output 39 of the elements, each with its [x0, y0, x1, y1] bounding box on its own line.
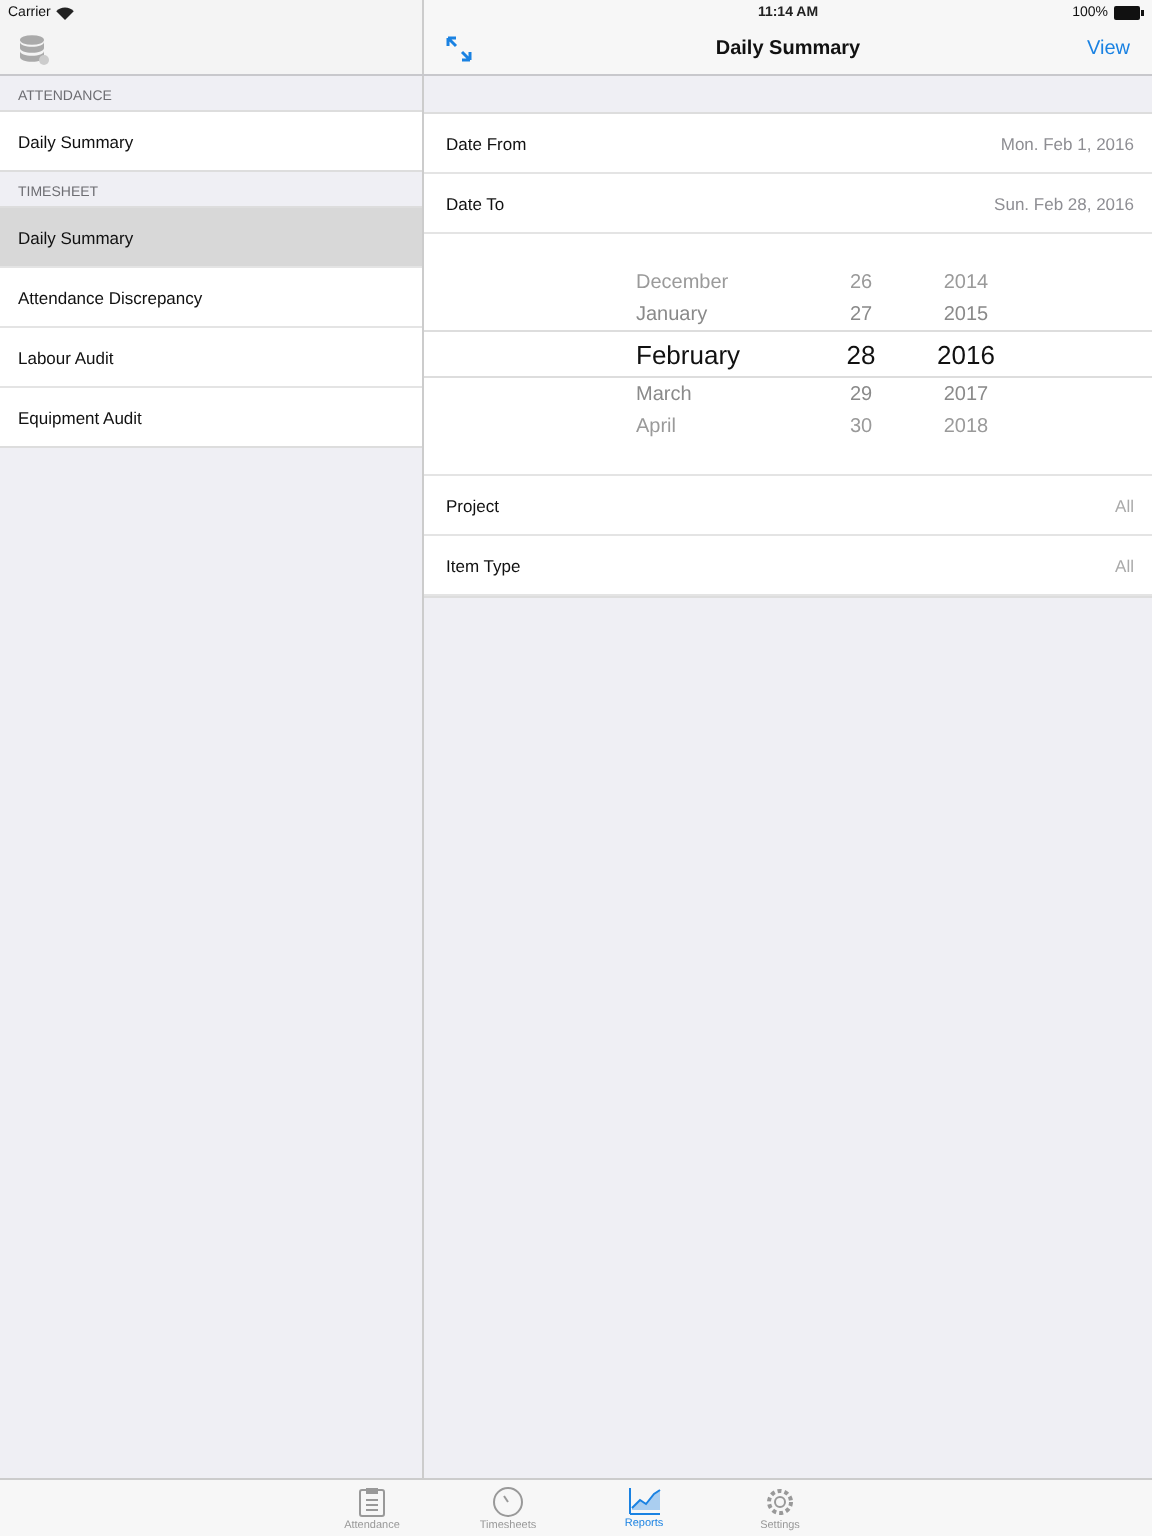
picker-day: 30 — [816, 415, 906, 437]
picker-month: March — [636, 383, 694, 405]
sidebar-item[interactable]: Labour Audit — [0, 328, 422, 388]
picker-year: 2015 — [941, 303, 991, 325]
expand-icon[interactable] — [446, 36, 472, 62]
chart-icon — [627, 1486, 661, 1516]
sidebar-item[interactable]: Equipment Audit — [0, 388, 422, 446]
picker-year: 2018 — [941, 415, 991, 437]
picker-year: 2016 — [935, 339, 997, 369]
picker-month: February — [636, 339, 743, 369]
filter-value[interactable]: All — [1115, 495, 1134, 515]
battery-icon — [1114, 5, 1144, 19]
clipboard-icon — [358, 1485, 386, 1517]
clock-icon — [492, 1485, 524, 1517]
row-label: Item Type — [446, 555, 521, 575]
database-icon — [18, 33, 50, 65]
picker-day: 27 — [816, 303, 906, 325]
sidebar-item[interactable]: Daily Summary — [0, 112, 422, 170]
picker-year: 2017 — [941, 383, 991, 405]
wifi-icon — [56, 5, 75, 19]
sidebar-item[interactable]: Attendance Discrepancy — [0, 268, 422, 328]
date-value[interactable]: Sun. Feb 28, 2016 — [994, 193, 1134, 213]
picker-day: 28 — [816, 339, 906, 369]
date-value[interactable]: Mon. Feb 1, 2016 — [1000, 133, 1134, 153]
view-button[interactable]: View — [1087, 38, 1130, 60]
row-label: Date To — [446, 193, 505, 213]
date-picker[interactable]: December 26 2014 January 27 2015 February 28 2016 March 29 2017 April 30 2018 — [424, 234, 1152, 476]
filter-value[interactable]: All — [1115, 555, 1134, 575]
picker-year: 2014 — [941, 271, 991, 293]
row-label: Date From — [446, 133, 527, 153]
picker-month: December — [636, 271, 731, 293]
picker-day: 29 — [816, 383, 906, 405]
settings-icon — [764, 1485, 796, 1517]
row-label: Project — [446, 495, 499, 515]
picker-day: 26 — [816, 271, 906, 293]
picker-month: January — [636, 303, 710, 325]
sidebar-item[interactable]: Daily Summary — [0, 208, 422, 268]
picker-month: April — [636, 415, 679, 437]
nav-title: Daily Summary — [715, 38, 861, 60]
